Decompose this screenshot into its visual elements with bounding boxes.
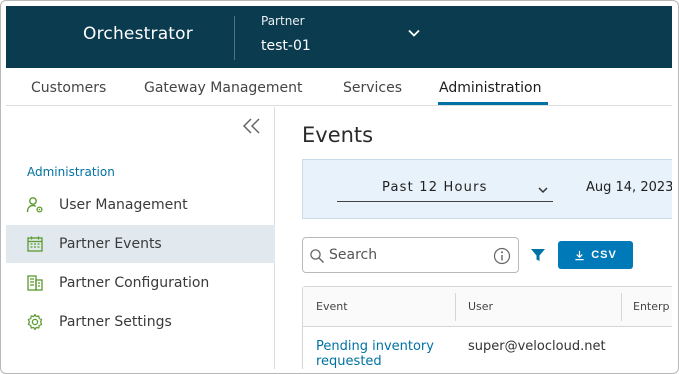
search-box[interactable] [302, 237, 519, 273]
sidebar: Administration User Management Partner E… [6, 107, 275, 369]
sidebar-item-partner-configuration[interactable]: Partner Configuration [6, 264, 275, 302]
column-header-enterprise[interactable]: Enterp [633, 300, 670, 313]
header-divider [234, 16, 235, 60]
download-icon [575, 250, 584, 260]
sidebar-item-label: Partner Configuration [59, 275, 210, 291]
app-title: Orchestrator [83, 24, 193, 44]
table-header: Event User Enterp [303, 287, 672, 327]
filter-panel: Past 12 Hours Aug 14, 2023 [302, 159, 672, 219]
sidebar-item-partner-events[interactable]: Partner Events [6, 225, 275, 263]
sidebar-item-label: User Management [59, 197, 188, 213]
filter-icon[interactable] [530, 247, 546, 263]
tab-administration[interactable]: Administration [439, 80, 541, 96]
search-icon [310, 249, 324, 263]
user-cell: super@velocloud.net [468, 339, 606, 354]
chevron-down-icon[interactable] [407, 26, 421, 40]
top-header: Orchestrator Partner test-01 [6, 6, 672, 68]
main-tabs: Customers Gateway Management Services Ad… [6, 68, 672, 106]
export-csv-button[interactable]: CSV [558, 241, 633, 269]
sidebar-section-title: Administration [27, 165, 115, 179]
column-header-event[interactable]: Event [316, 300, 348, 313]
column-divider[interactable] [621, 293, 622, 321]
active-tab-indicator [438, 102, 548, 105]
gear-icon [27, 313, 43, 331]
column-header-user[interactable]: User [468, 300, 493, 313]
chevron-down-icon [538, 187, 548, 194]
sidebar-item-label: Partner Events [59, 236, 162, 252]
column-divider[interactable] [455, 293, 456, 321]
partner-label: Partner [261, 14, 305, 28]
info-icon[interactable] [493, 247, 511, 265]
date-range-text[interactable]: Aug 14, 2023 [586, 180, 672, 195]
search-input[interactable] [329, 244, 489, 266]
tab-gateway-management[interactable]: Gateway Management [144, 80, 303, 96]
partner-selector[interactable]: test-01 [261, 38, 311, 54]
events-table: Event User Enterp Pending inventory requ… [302, 286, 672, 369]
app-window: Orchestrator Partner test-01 Customers G… [0, 0, 679, 374]
tab-services[interactable]: Services [343, 80, 402, 96]
calendar-icon [27, 236, 43, 252]
sidebar-item-user-management[interactable]: User Management [6, 186, 275, 224]
time-range-value: Past 12 Hours [382, 180, 488, 195]
collapse-left-icon[interactable] [242, 117, 262, 135]
user-gear-icon [26, 197, 43, 213]
time-range-select[interactable]: Past 12 Hours [337, 178, 553, 202]
building-icon [27, 275, 43, 291]
csv-button-label: CSV [591, 249, 617, 261]
sidebar-item-label: Partner Settings [59, 314, 172, 330]
tab-customers[interactable]: Customers [31, 80, 106, 96]
page-title: Events [302, 123, 374, 147]
main-content: Events Past 12 Hours Aug 14, 2023 Search… [276, 107, 672, 369]
sidebar-item-partner-settings[interactable]: Partner Settings [6, 303, 275, 341]
event-link[interactable]: Pending inventory requested [316, 339, 456, 369]
